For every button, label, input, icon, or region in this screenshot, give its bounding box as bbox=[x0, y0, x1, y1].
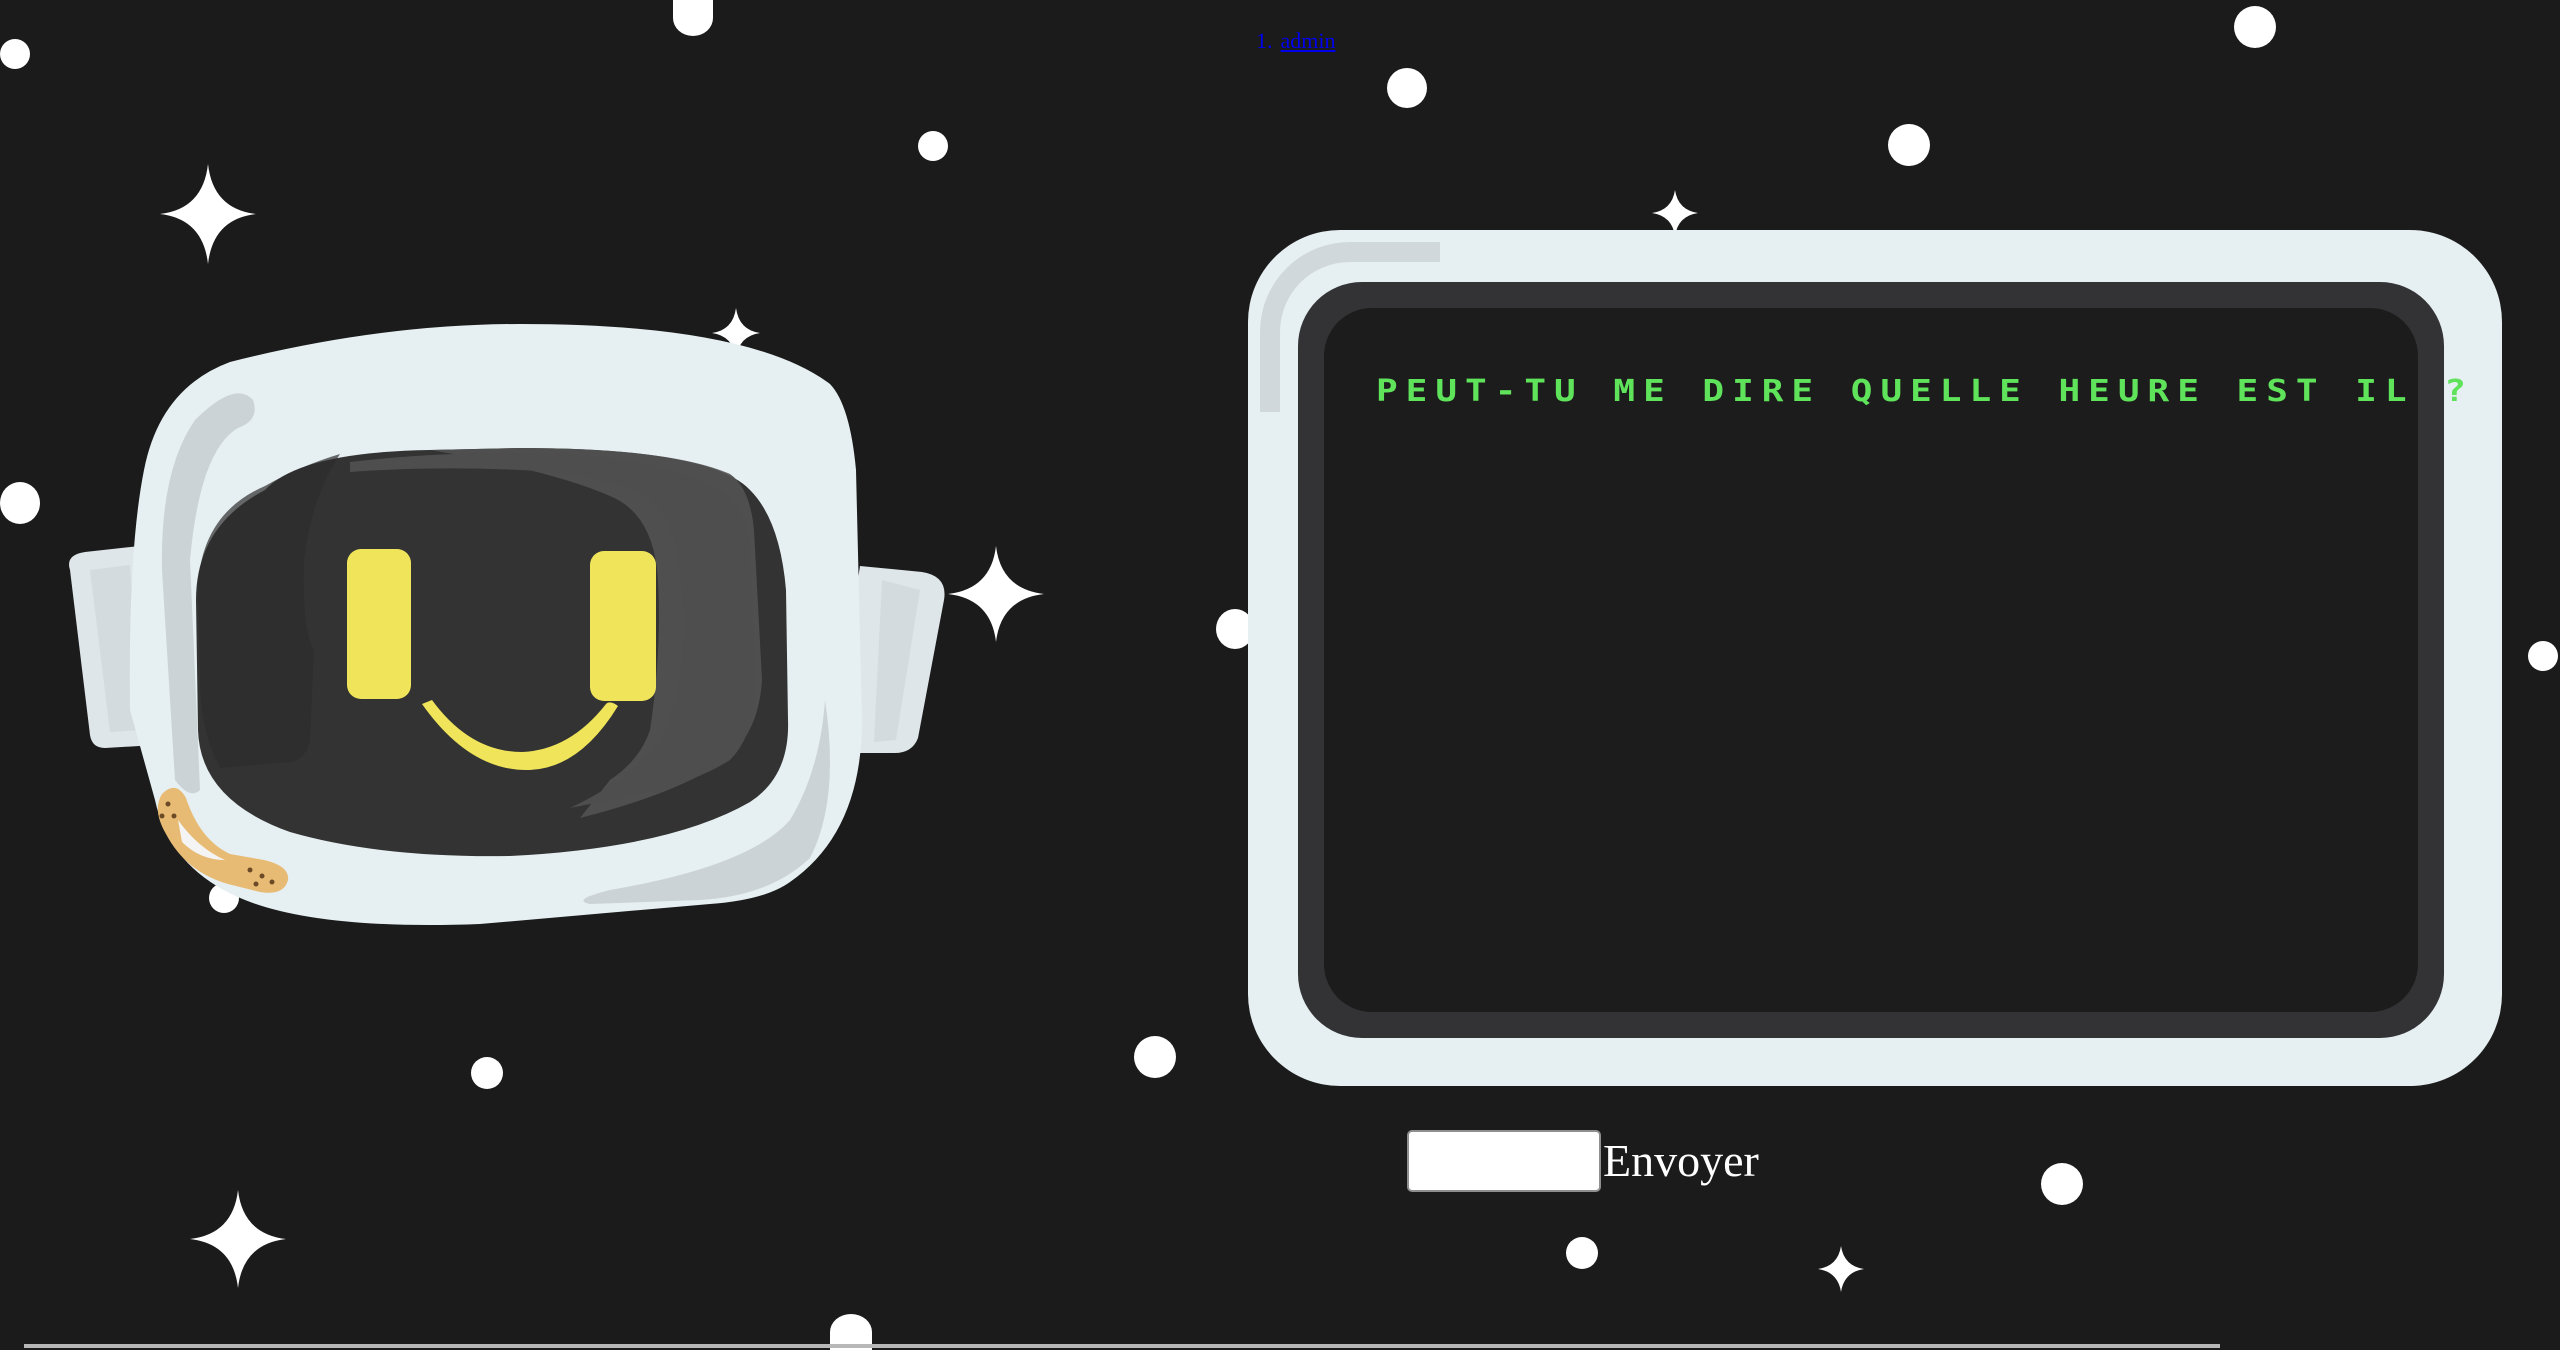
star-dot-icon bbox=[471, 1057, 503, 1089]
star-dot-icon bbox=[1134, 1036, 1176, 1078]
star-dot-icon bbox=[1387, 68, 1427, 108]
star-dot-icon bbox=[2528, 641, 2558, 671]
star-dot-icon bbox=[0, 482, 40, 524]
message-input[interactable] bbox=[1407, 1130, 1601, 1192]
four-point-sparkle-icon bbox=[1818, 1246, 1864, 1292]
star-dot-icon bbox=[2234, 6, 2276, 48]
chat-screen: Peut-tu me dire quelle heure est il ? bbox=[1248, 230, 2502, 1086]
chat-form: Envoyer bbox=[1407, 1130, 1761, 1192]
four-point-sparkle-icon bbox=[190, 1190, 286, 1288]
admin-link[interactable]: admin bbox=[1281, 28, 1336, 54]
star-dot-icon bbox=[918, 131, 948, 161]
star-dot-icon bbox=[1888, 124, 1930, 166]
four-point-sparkle-icon bbox=[160, 164, 256, 264]
nav-item-number: 1. bbox=[1256, 28, 1273, 53]
nav-list: 1. admin bbox=[1256, 28, 1336, 54]
star-dot-icon bbox=[673, 0, 713, 36]
send-button[interactable]: Envoyer bbox=[1601, 1138, 1761, 1184]
starfield-background: 1. admin PEUT-TU ME DIRE QUELLE HEURE ES… bbox=[0, 0, 2560, 1350]
bot-message: Peut-tu me dire quelle heure est il ? bbox=[1376, 374, 2474, 409]
screen-bezel: Peut-tu me dire quelle heure est il ? bbox=[1298, 282, 2474, 1038]
star-dot-icon bbox=[1566, 1237, 1598, 1269]
screen-display: Peut-tu me dire quelle heure est il ? bbox=[1324, 308, 2474, 1012]
nav-list-item: 1. admin bbox=[1256, 28, 1336, 54]
horizontal-scrollbar[interactable] bbox=[24, 1344, 2220, 1348]
star-dot-icon bbox=[2041, 1163, 2083, 1205]
robot-head-icon bbox=[69, 324, 945, 925]
star-dot-icon bbox=[0, 39, 30, 69]
